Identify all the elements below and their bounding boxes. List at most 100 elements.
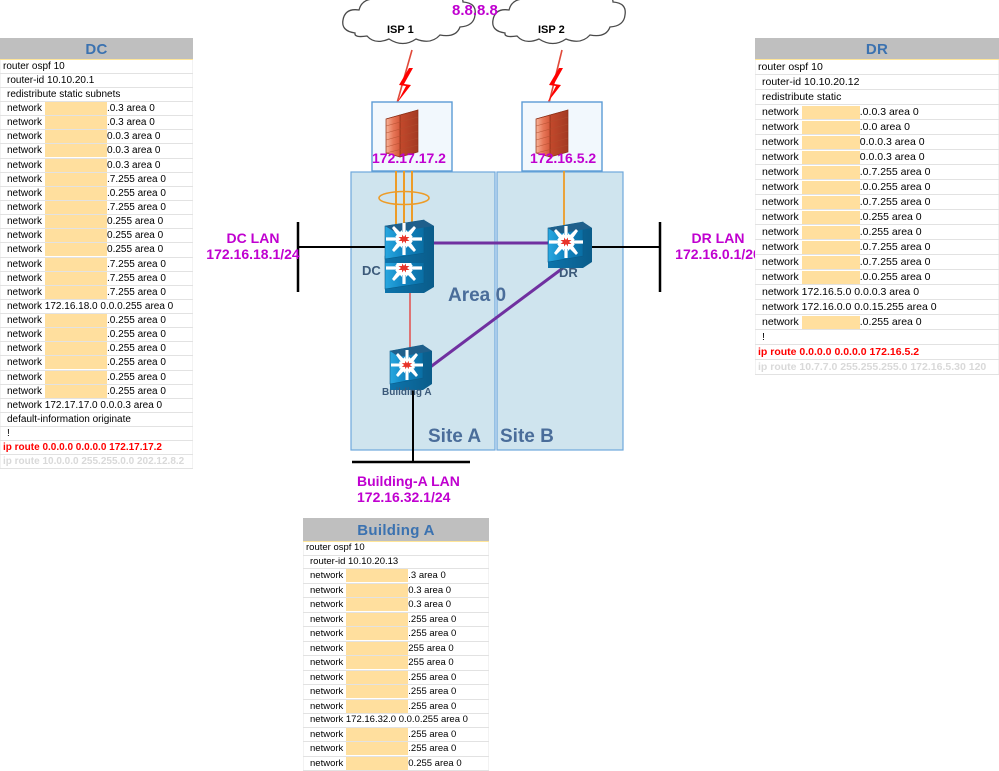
wildcard-area-text: .0.0.255 area 0	[859, 181, 931, 193]
dc-config-table: DC router ospf 10 router-id 10.10.20.1 red…	[0, 38, 193, 469]
redacted-subnet-mask-block	[346, 742, 409, 756]
network-keyword: network	[310, 628, 344, 640]
wildcard-area-text: .0.255 area 0	[107, 343, 166, 355]
dc-lan-line	[296, 222, 392, 292]
config-line: !	[755, 329, 999, 345]
site-a-box	[350, 171, 496, 451]
config-row: network 0.255 area 0	[303, 755, 489, 771]
network-statement-row: network .0.0 area 0	[755, 119, 999, 135]
config-row: network 0.0.0.3 area 0	[755, 134, 999, 150]
wildcard-area-text: .7.255 area 0	[107, 258, 166, 270]
network-keyword: network	[310, 599, 344, 611]
redacted-subnet-mask-block	[45, 215, 108, 228]
config-row: network 255 area 0	[303, 655, 489, 671]
redacted-subnet-mask-block	[346, 569, 409, 582]
building-a-config-table: Building A router ospf 10 router-id 10.10…	[303, 518, 489, 771]
config-line: router ospf 10	[303, 541, 489, 556]
config-row: network .0.255 area 0	[0, 369, 193, 385]
network-statement-row: network .3 area 0	[303, 568, 489, 584]
network-statement-row: network .0.255 area 0	[0, 312, 193, 329]
redacted-subnet-mask-block	[801, 240, 860, 254]
wildcard-area-text: 0.255 area 0	[107, 230, 164, 242]
redacted-subnet-mask-block	[346, 598, 409, 612]
network-statement-row: network .0.255 area 0	[0, 369, 193, 385]
config-row: redistribute static	[755, 89, 999, 105]
config-line: router-id 10.10.20.1	[0, 73, 193, 88]
wildcard-area-text: 0.0.0.3 area 0	[859, 151, 925, 163]
config-line: router ospf 10	[0, 59, 193, 74]
config-row: network .0.0.255 area 0	[755, 269, 999, 285]
wildcard-area-text: .0.255 area 0	[107, 329, 166, 341]
network-keyword: network	[762, 166, 799, 178]
network-keyword: network	[310, 584, 344, 596]
building-a-config-rows: router ospf 10 router-id 10.10.20.13 netwo…	[303, 541, 489, 771]
wildcard-area-text: .7.255 area 0	[107, 272, 166, 284]
network-statement-row: network .0.255 area 0	[755, 224, 999, 240]
config-line: network 172.16.5.0 0.0.0.3 area 0	[755, 284, 999, 300]
dc-lan-name: DC LAN	[226, 230, 280, 246]
config-row: network .0.0.3 area 0	[755, 104, 999, 120]
wildcard-area-text: .255 area 0	[408, 743, 457, 755]
network-statement-row: network 0.255 area 0	[303, 755, 489, 771]
wildcard-area-text: 0.3 area 0	[408, 584, 452, 596]
config-line: router-id 10.10.20.12	[755, 74, 999, 90]
wildcard-area-text: 0.255 area 0	[107, 244, 164, 256]
wildcard-area-text: .0.255 area 0	[107, 357, 166, 369]
wildcard-area-text: .0.255 area 0	[107, 385, 166, 397]
config-row: network 0.255 area 0	[0, 242, 193, 258]
redacted-subnet-mask-block	[801, 270, 860, 284]
config-row: network .7.255 area 0	[0, 284, 193, 300]
config-row: network .0.255 area 0	[0, 383, 193, 399]
wildcard-area-text: .0.0.3 area 0	[859, 106, 919, 118]
redacted-subnet-mask-block	[45, 342, 108, 355]
redacted-subnet-mask-block	[801, 315, 860, 329]
config-row: network .255 area 0	[303, 698, 489, 715]
redacted-subnet-mask-block	[801, 120, 860, 134]
network-statement-row: network .255 area 0	[303, 626, 489, 642]
config-row: network 172.16.5.0 0.0.0.3 area 0	[755, 284, 999, 300]
network-keyword: network	[7, 202, 43, 214]
config-line: router ospf 10	[755, 59, 999, 75]
network-statement-row: network 0.0.3 area 0	[0, 157, 193, 173]
config-row: router-id 10.10.20.13	[303, 554, 489, 569]
config-line: redistribute static subnets	[0, 87, 193, 102]
dr-config-table: DR router ospf 10 router-id 10.10.20.12 re…	[755, 38, 999, 375]
network-keyword: network	[310, 686, 344, 698]
redacted-subnet-mask-block	[346, 757, 409, 770]
config-row: network .255 area 0	[303, 626, 489, 642]
network-keyword: network	[310, 700, 344, 712]
redacted-subnet-mask-block	[45, 243, 108, 257]
isp-2-cloud	[492, 0, 626, 45]
wildcard-area-text: .0.7.255 area 0	[859, 241, 931, 253]
config-row: network .7.255 area 0	[0, 256, 193, 272]
clipped-route-line: ip route 10.0.0.0 255.255.0.0 202.12.8.2	[0, 453, 193, 469]
redacted-subnet-mask-block	[45, 116, 108, 129]
config-row: network .0.0.255 area 0	[755, 179, 999, 195]
network-statement-row: network 255 area 0	[303, 640, 489, 657]
redacted-subnet-mask-block	[45, 371, 108, 384]
network-statement-row: network .255 area 0	[303, 726, 489, 743]
network-statement-row: network 0.3 area 0	[303, 597, 489, 613]
network-keyword: network	[310, 642, 344, 654]
wildcard-area-text: .0.0 area 0	[859, 121, 910, 133]
wildcard-area-text: 255 area 0	[408, 657, 454, 669]
router-dr-icon	[547, 221, 592, 268]
network-keyword: network	[7, 244, 43, 256]
network-keyword: network	[310, 570, 344, 582]
redacted-subnet-mask-block	[346, 627, 409, 641]
redacted-subnet-mask-block	[45, 356, 108, 370]
wildcard-area-text: .0.255 area 0	[107, 371, 166, 383]
wildcard-area-text: .255 area 0	[408, 613, 457, 625]
config-row: network .7.255 area 0	[0, 171, 193, 187]
wildcard-area-text: .3 area 0	[408, 570, 446, 582]
network-keyword: network	[7, 371, 43, 383]
config-row: network .7.255 area 0	[0, 270, 193, 286]
wildcard-area-text: .0.255 area 0	[859, 226, 922, 238]
redacted-subnet-mask-block	[801, 105, 860, 119]
redacted-subnet-mask-block	[346, 613, 409, 626]
config-row: network .0.255 area 0	[0, 312, 193, 329]
wildcard-area-text: .0.7.255 area 0	[859, 196, 931, 208]
network-statement-row: network 0.0.3 area 0	[0, 129, 193, 145]
config-line: default-information originate	[0, 411, 193, 427]
network-statement-row: network .0.3 area 0	[0, 115, 193, 131]
